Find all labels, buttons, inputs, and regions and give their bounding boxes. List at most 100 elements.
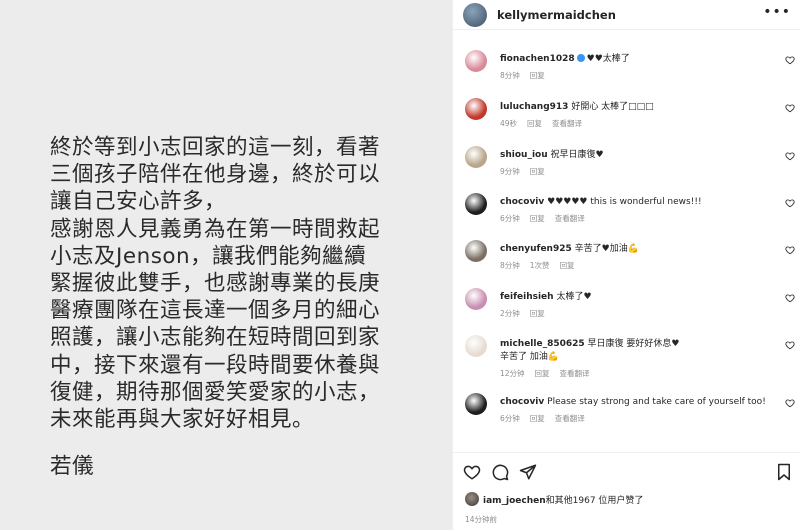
comment-meta: 2分钟 回复 bbox=[500, 308, 555, 319]
comment-time: 12分钟 bbox=[500, 369, 525, 378]
comment-action[interactable]: 回复 bbox=[560, 261, 575, 270]
comment-body: 好開心 太棒了□□□ bbox=[571, 102, 654, 112]
post-caption-text: 終於等到小志回家的這一刻，看著 三個孩子陪伴在他身邊，終於可以 讓自己安心許多，… bbox=[50, 134, 410, 480]
comment-text-line: chocoviv ♥♥♥♥♥ this is wonderful news!!! bbox=[500, 196, 780, 208]
action-bar bbox=[453, 452, 800, 492]
comment-action[interactable]: 回复 bbox=[530, 414, 545, 423]
comment-username[interactable]: chocoviv bbox=[500, 397, 544, 407]
comment-action[interactable]: 1次赞 bbox=[530, 261, 550, 270]
comment-body: 辛苦了♥加油💪 bbox=[574, 244, 639, 254]
ellipsis-icon[interactable]: ••• bbox=[763, 4, 791, 20]
avatar[interactable] bbox=[465, 50, 487, 72]
comment-meta: 12分钟 回复 查看翻译 bbox=[500, 368, 600, 379]
comment-username[interactable]: feifeihsieh bbox=[500, 292, 554, 302]
comment-action[interactable]: 回复 bbox=[530, 167, 545, 176]
avatar[interactable] bbox=[465, 98, 487, 120]
comment-body: Please stay strong and take care of your… bbox=[547, 397, 766, 407]
comment-time: 8分钟 bbox=[500, 261, 520, 270]
comments-panel: kellymermaidchen ••• fionachen1028 ♥♥太棒了 8… bbox=[452, 0, 800, 530]
comment-action[interactable]: 回复 bbox=[535, 369, 550, 378]
avatar[interactable] bbox=[465, 240, 487, 262]
comment-body: 太棒了♥ bbox=[556, 292, 592, 302]
comment-time: 6分钟 bbox=[500, 414, 520, 423]
comment-username[interactable]: fionachen1028 bbox=[500, 54, 575, 64]
comment-action[interactable]: 回复 bbox=[530, 214, 545, 223]
comment-body: ♥♥♥♥♥ this is wonderful news!!! bbox=[547, 197, 702, 207]
post-line: 復健，期待那個愛笑愛家的小志， bbox=[50, 379, 381, 405]
comment-time: 6分钟 bbox=[500, 214, 520, 223]
bookmark-icon[interactable] bbox=[775, 463, 793, 481]
comment-meta: 8分钟 回复 bbox=[500, 70, 555, 81]
post-line: 未來能再與大家好好相見。 bbox=[50, 407, 315, 433]
avatar[interactable] bbox=[463, 3, 487, 27]
heart-icon[interactable] bbox=[463, 463, 481, 481]
avatar[interactable] bbox=[465, 288, 487, 310]
comment-like-heart-icon[interactable] bbox=[785, 245, 795, 255]
comment-text-line: luluchang913 好開心 太棒了□□□ bbox=[500, 101, 780, 113]
post-line: 感謝恩人見義勇為在第一時間救起 bbox=[50, 216, 381, 242]
comment-username[interactable]: luluchang913 bbox=[500, 102, 568, 112]
post-line: 三個孩子陪伴在他身邊，終於可以 bbox=[50, 162, 381, 188]
avatar[interactable] bbox=[465, 146, 487, 168]
comment-body-cont: 辛苦了 加油💪 bbox=[500, 352, 560, 362]
likes-username[interactable]: iam_joechen bbox=[483, 496, 546, 506]
comment-action[interactable]: 回复 bbox=[527, 119, 542, 128]
comment-text-line: feifeihsieh 太棒了♥ bbox=[500, 291, 780, 303]
verified-badge-icon bbox=[576, 54, 585, 62]
post-image: 終於等到小志回家的這一刻，看著 三個孩子陪伴在他身邊，終於可以 讓自己安心許多，… bbox=[0, 0, 452, 530]
comment-like-heart-icon[interactable] bbox=[785, 293, 795, 303]
comment-meta: 9分钟 回复 bbox=[500, 166, 555, 177]
comment-username[interactable]: chocoviv bbox=[500, 197, 544, 207]
post-line: 緊握彼此雙手，也感謝專業的長庚 bbox=[50, 271, 381, 297]
comment-action[interactable]: 查看翻译 bbox=[560, 369, 590, 378]
comment-time: 9分钟 bbox=[500, 167, 520, 176]
avatar[interactable] bbox=[465, 335, 487, 357]
post-header: kellymermaidchen ••• bbox=[453, 0, 800, 30]
comment-action[interactable]: 回复 bbox=[530, 309, 545, 318]
comment-username[interactable]: shiou_iou bbox=[500, 150, 548, 160]
post-line: 小志及Jenson，讓我們能夠繼續 bbox=[50, 243, 367, 269]
comment-action[interactable]: 查看翻译 bbox=[555, 414, 585, 423]
comment-username[interactable]: michelle_850625 bbox=[500, 339, 585, 349]
comment-text-line: fionachen1028 ♥♥太棒了 bbox=[500, 53, 780, 65]
comment-body: 祝早日康復♥ bbox=[550, 150, 604, 160]
comment-body: ♥♥太棒了 bbox=[586, 54, 630, 64]
post-line: 讓自己安心許多， bbox=[50, 189, 227, 215]
avatar[interactable] bbox=[465, 492, 479, 506]
likes-text: 和其他1967 位用户赞了 bbox=[545, 496, 644, 506]
post-line: 醫療團隊在這長達一個多月的細心 bbox=[50, 298, 381, 324]
comment-icon[interactable] bbox=[491, 463, 509, 481]
comment-username[interactable]: chenyufen925 bbox=[500, 244, 572, 254]
header-username[interactable]: kellymermaidchen bbox=[497, 8, 616, 22]
comment-text-line: shiou_iou 祝早日康復♥ bbox=[500, 149, 780, 161]
post-line: 照護，讓小志能夠在短時間回到家 bbox=[50, 325, 381, 351]
comment-like-heart-icon[interactable] bbox=[785, 151, 795, 161]
post-timestamp: 14分钟前 bbox=[465, 515, 498, 524]
comment-like-heart-icon[interactable] bbox=[785, 340, 795, 350]
comment-like-heart-icon[interactable] bbox=[785, 398, 795, 408]
likes-summary: iam_joechen和其他1967 位用户赞了 bbox=[465, 492, 643, 506]
comment-meta: 6分钟 回复 查看翻译 bbox=[500, 413, 595, 424]
comment-body: 早日康復 要好好休息♥ bbox=[587, 339, 680, 349]
comment-action[interactable]: 查看翻译 bbox=[555, 214, 585, 223]
comment-text-line: chenyufen925 辛苦了♥加油💪 bbox=[500, 243, 780, 255]
comment-time: 49秒 bbox=[500, 119, 518, 128]
avatar[interactable] bbox=[465, 193, 487, 215]
comment-time: 8分钟 bbox=[500, 71, 520, 80]
comment-text-line: chocoviv Please stay strong and take car… bbox=[500, 396, 780, 408]
comment-action[interactable]: 回复 bbox=[530, 71, 545, 80]
comment-meta: 49秒 回复 查看翻译 bbox=[500, 118, 592, 129]
comment-meta: 8分钟 1次赞 回复 bbox=[500, 260, 585, 271]
comment-like-heart-icon[interactable] bbox=[785, 103, 795, 113]
comment-time: 2分钟 bbox=[500, 309, 520, 318]
avatar[interactable] bbox=[465, 393, 487, 415]
post-line: 中，接下來還有一段時間要休養與 bbox=[50, 352, 381, 378]
comment-action[interactable]: 查看翻译 bbox=[552, 119, 582, 128]
post-signature: 若儀 bbox=[50, 454, 95, 480]
post-line: 終於等到小志回家的這一刻，看著 bbox=[50, 135, 381, 160]
comment-meta: 6分钟 回复 查看翻译 bbox=[500, 213, 595, 224]
comment-like-heart-icon[interactable] bbox=[785, 55, 795, 65]
send-icon[interactable] bbox=[519, 463, 537, 481]
comment-text-line: michelle_850625 早日康復 要好好休息♥ bbox=[500, 338, 780, 350]
comment-like-heart-icon[interactable] bbox=[785, 198, 795, 208]
